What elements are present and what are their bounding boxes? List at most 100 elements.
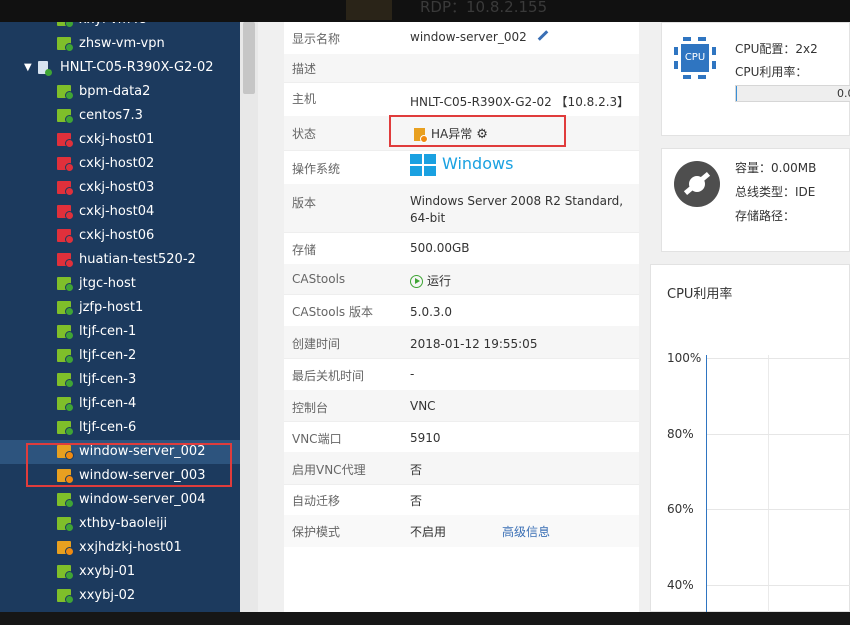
host-value: HNLT-C05-R390X-G2-02 【10.8.2.3】 bbox=[410, 95, 630, 109]
protect-mode-value: 不启用 bbox=[410, 525, 447, 539]
tree-vm-node[interactable]: centos7.3 bbox=[0, 104, 240, 128]
vm-status-icon bbox=[57, 493, 74, 508]
tree-node-label: ltjf-cen-3 bbox=[79, 372, 137, 387]
vm-status-icon bbox=[57, 301, 74, 316]
y-tick-label: 40% bbox=[667, 578, 694, 592]
tree-node-label: ltjf-cen-1 bbox=[79, 324, 137, 339]
tree-vm-node[interactable]: jzfp-host1 bbox=[0, 296, 240, 320]
vm-status-icon bbox=[57, 397, 74, 412]
row-os: 操作系统 Windows bbox=[284, 150, 639, 185]
sidebar-scrollbar-thumb[interactable] bbox=[243, 22, 255, 94]
edit-pencil-icon[interactable] bbox=[537, 30, 549, 41]
disk-storage-path: 存储路径： bbox=[735, 209, 796, 223]
display-name-value: window-server_002 bbox=[410, 30, 527, 44]
row-display-name: 显示名称 window-server_002 bbox=[284, 22, 639, 55]
tree-vm-node[interactable]: ltjf-cen-2 bbox=[0, 344, 240, 368]
resource-tree: xxyl-vm48 zhsw-vm-vpn ▼ HNLT-C05-R390X-G2-0… bbox=[0, 22, 240, 612]
tree-vm-node[interactable]: bpm-data2 bbox=[0, 80, 240, 104]
vm-status-icon bbox=[57, 421, 74, 436]
tree-vm-node[interactable]: xxjhdzkj-host01 bbox=[0, 536, 240, 560]
tree-vm-node[interactable]: huatian-test520-2 bbox=[0, 248, 240, 272]
cpu-usage-chart: CPU利用率 100% 80% 60% 40% bbox=[650, 264, 850, 615]
host-server-icon bbox=[38, 61, 52, 76]
tree-vm-node[interactable]: cxkj-host03 bbox=[0, 176, 240, 200]
status-label: 状态 bbox=[292, 127, 317, 141]
row-vnc-proxy: 启用VNC代理 否 bbox=[284, 452, 639, 485]
tree-vm-node[interactable]: ltjf-cen-3 bbox=[0, 368, 240, 392]
row-castools: CAStools 运行 bbox=[284, 264, 639, 295]
vm-status-icon bbox=[57, 565, 74, 580]
protect-mode-label: 保护模式 bbox=[292, 525, 341, 539]
panel-gutter bbox=[258, 22, 284, 612]
version-value: Windows Server 2008 R2 Standard, 64-bit bbox=[410, 194, 624, 225]
tree-vm-node[interactable]: cxkj-host02 bbox=[0, 152, 240, 176]
tree-node-label: centos7.3 bbox=[79, 108, 143, 123]
tree-vm-node[interactable]: window-server_004 bbox=[0, 488, 240, 512]
tree-vm-node[interactable]: xthby-baoleiji bbox=[0, 512, 240, 536]
window-thumbnail bbox=[346, 0, 392, 20]
advanced-info-link[interactable]: 高级信息 bbox=[502, 523, 550, 540]
vm-status-icon bbox=[57, 277, 74, 292]
host-label: 主机 bbox=[292, 92, 317, 106]
vm-status-icon bbox=[57, 373, 74, 388]
tree-vm-node[interactable]: ltjf-cen-4 bbox=[0, 392, 240, 416]
auto-migrate-value: 否 bbox=[410, 494, 423, 508]
castools-version-label: CAStools 版本 bbox=[292, 305, 373, 319]
y-tick-label: 60% bbox=[667, 502, 694, 516]
cpu-card: CPU CPU配置：2x2 CPU利用率： 0.06% bbox=[661, 22, 850, 136]
tree-node-label: bpm-data2 bbox=[79, 84, 151, 99]
vm-status-icon bbox=[57, 517, 74, 532]
y-tick-label: 80% bbox=[667, 427, 694, 441]
tree-host-node[interactable]: ▼ HNLT-C05-R390X-G2-02 bbox=[0, 56, 240, 80]
cpu-config: CPU配置：2x2 bbox=[735, 42, 818, 56]
tree-node-label: cxkj-host06 bbox=[79, 228, 155, 243]
tree-vm-node[interactable]: xxyl-vm48 bbox=[0, 22, 240, 32]
tree-node-label: cxkj-host04 bbox=[79, 204, 155, 219]
cpu-usage-bar: 0.06% bbox=[735, 85, 850, 102]
row-auto-migrate: 自动迁移 否 bbox=[284, 484, 639, 516]
expand-caret-icon[interactable]: ▼ bbox=[24, 56, 32, 80]
tree-node-label: cxkj-host03 bbox=[79, 180, 155, 195]
cpu-icon: CPU bbox=[674, 37, 716, 79]
sidebar-scrollbar[interactable] bbox=[240, 22, 258, 612]
disk-bus-type: 总线类型：IDE bbox=[735, 185, 816, 199]
row-description: 描述 bbox=[284, 54, 639, 83]
tree-node-label: xxybj-01 bbox=[79, 564, 136, 579]
last-shutdown-value: - bbox=[410, 367, 415, 381]
disk-icon bbox=[674, 161, 720, 207]
tree-vm-node[interactable]: cxkj-host04 bbox=[0, 200, 240, 224]
tree-vm-node[interactable]: jtgc-host bbox=[0, 272, 240, 296]
cpu-chip-label: CPU bbox=[681, 44, 709, 72]
created-label: 创建时间 bbox=[292, 337, 341, 351]
play-icon bbox=[410, 275, 423, 288]
row-storage: 存储 500.00GB bbox=[284, 232, 639, 265]
vm-status-icon bbox=[57, 133, 74, 148]
tree-node-label: xxybj-02 bbox=[79, 588, 136, 603]
tree-vm-node[interactable]: zhsw-vm-vpn bbox=[0, 32, 240, 56]
top-bar: RDP：10.8.2.155 bbox=[0, 0, 850, 22]
castools-version-value: 5.0.3.0 bbox=[410, 305, 452, 319]
vnc-port-label: VNC端口 bbox=[292, 432, 342, 446]
tree-vm-node[interactable]: cxkj-host06 bbox=[0, 224, 240, 248]
tree-node-label: ltjf-cen-6 bbox=[79, 420, 137, 435]
tree-vm-node[interactable]: ltjf-cen-6 bbox=[0, 416, 240, 440]
cpu-usage-percent: 0.06% bbox=[837, 87, 850, 100]
castools-label: CAStools bbox=[292, 272, 346, 286]
tree-vm-node[interactable]: xxybj-02 bbox=[0, 584, 240, 608]
vm-status-icon bbox=[57, 229, 74, 244]
tree-node-label: jzfp-host1 bbox=[79, 300, 144, 315]
vm-status-icon bbox=[57, 589, 74, 604]
tree-node-label: xthby-baoleiji bbox=[79, 516, 168, 531]
tree-vm-node[interactable]: cxkj-host01 bbox=[0, 128, 240, 152]
tree-vm-node[interactable]: xxybj-01 bbox=[0, 560, 240, 584]
y-tick-label: 100% bbox=[667, 351, 702, 365]
chart-title: CPU利用率 bbox=[667, 287, 733, 302]
console-label: 控制台 bbox=[292, 401, 329, 415]
vm-status-icon bbox=[57, 109, 74, 124]
vnc-port-value: 5910 bbox=[410, 431, 441, 445]
rdp-address: RDP：10.8.2.155 bbox=[420, 0, 548, 16]
vm-status-icon bbox=[57, 85, 74, 100]
storage-value: 500.00GB bbox=[410, 241, 470, 255]
row-vnc-port: VNC端口 5910 bbox=[284, 421, 639, 453]
tree-vm-node[interactable]: ltjf-cen-1 bbox=[0, 320, 240, 344]
